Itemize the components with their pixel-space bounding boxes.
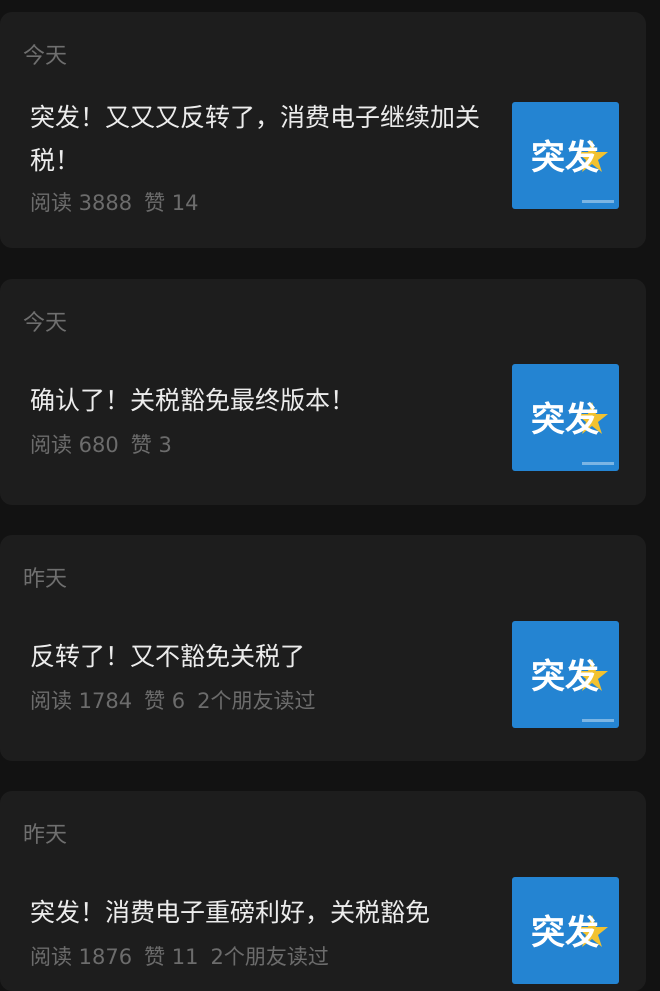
like-count: 赞 11 — [144, 945, 199, 969]
read-count: 阅读 1784 — [30, 689, 133, 713]
article-title[interactable]: 突发！消费电子重磅利好，关税豁免 — [30, 891, 490, 934]
like-count: 赞 6 — [144, 689, 186, 713]
read-count: 阅读 680 — [30, 433, 119, 457]
article-thumbnail[interactable]: 突发 — [512, 621, 619, 728]
article-thumbnail[interactable]: 突发 — [512, 102, 619, 209]
thumbnail-label: 突发 — [531, 913, 599, 953]
article-card[interactable]: 昨天 突发！消费电子重磅利好，关税豁免 阅读 1876 赞 11 2个朋友读过 突发 — [0, 791, 646, 991]
article-feed: 今天 突发！又又又反转了，消费电子继续加关税！ 阅读 3888 赞 14 突发 今… — [0, 0, 660, 991]
article-date: 今天 — [23, 44, 68, 69]
article-thumbnail[interactable]: 突发 — [512, 364, 619, 471]
breaking-news-image: 突发 — [512, 102, 619, 209]
article-card[interactable]: 昨天 反转了！又不豁免关税了 阅读 1784 赞 6 2个朋友读过 突发 — [0, 535, 646, 761]
read-count: 阅读 3888 — [30, 191, 133, 215]
article-meta: 阅读 1876 赞 11 2个朋友读过 — [30, 941, 341, 971]
article-title[interactable]: 确认了！关税豁免最终版本！ — [30, 379, 490, 422]
like-count: 赞 14 — [144, 191, 199, 215]
article-title[interactable]: 反转了！又不豁免关税了 — [30, 635, 490, 678]
friends-read: 2个朋友读过 — [210, 945, 329, 969]
read-count: 阅读 1876 — [30, 945, 133, 969]
like-count: 赞 3 — [130, 433, 172, 457]
article-title[interactable]: 突发！又又又反转了，消费电子继续加关税！ — [30, 96, 490, 182]
thumbnail-label: 突发 — [531, 400, 599, 440]
friends-read: 2个朋友读过 — [197, 689, 316, 713]
article-date: 昨天 — [23, 567, 68, 592]
thumbnail-label: 突发 — [531, 657, 599, 697]
article-card[interactable]: 今天 突发！又又又反转了，消费电子继续加关税！ 阅读 3888 赞 14 突发 — [0, 12, 646, 248]
thumbnail-label: 突发 — [531, 138, 599, 178]
article-date: 今天 — [23, 311, 68, 336]
article-meta: 阅读 1784 赞 6 2个朋友读过 — [30, 685, 328, 715]
breaking-news-image: 突发 — [512, 621, 619, 728]
article-card[interactable]: 今天 确认了！关税豁免最终版本！ 阅读 680 赞 3 突发 — [0, 279, 646, 505]
article-date: 昨天 — [23, 823, 68, 848]
article-meta: 阅读 3888 赞 14 — [30, 187, 211, 217]
breaking-news-image: 突发 — [512, 364, 619, 471]
breaking-news-image: 突发 — [512, 877, 619, 984]
article-meta: 阅读 680 赞 3 — [30, 429, 184, 459]
article-thumbnail[interactable]: 突发 — [512, 877, 619, 984]
